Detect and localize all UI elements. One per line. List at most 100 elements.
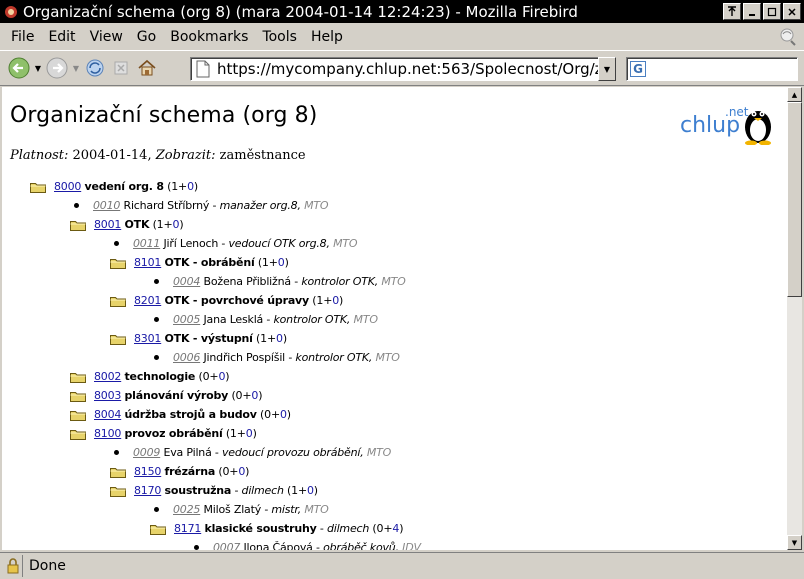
- reload-button[interactable]: [82, 55, 108, 81]
- org-unit-row: 8301 OTK - výstupní (1+0): [110, 329, 287, 348]
- validity-line: Platnost: 2004-01-14, Zobrazit: zaměstna…: [10, 148, 306, 163]
- person-location: MTO: [333, 237, 358, 250]
- window-title: Organizační schema (org 8) (mara 2004-01…: [23, 2, 578, 21]
- lock-icon[interactable]: [3, 555, 23, 577]
- page-icon: [195, 60, 213, 78]
- pin-icon[interactable]: [723, 3, 741, 20]
- unit-count: (1+0): [149, 218, 184, 231]
- maximize-icon[interactable]: [763, 3, 781, 20]
- unit-count: (1+0): [252, 332, 287, 345]
- menu-file[interactable]: File: [4, 27, 41, 47]
- validity-label: Platnost:: [10, 148, 69, 163]
- menu-go[interactable]: Go: [130, 27, 163, 47]
- google-search-icon[interactable]: G: [630, 61, 646, 77]
- unit-code-link[interactable]: 8150: [134, 465, 161, 478]
- unit-code-link[interactable]: 8201: [134, 294, 161, 307]
- url-text[interactable]: https://mycompany.chlup.net:563/Spolecno…: [217, 60, 611, 78]
- person-code-link[interactable]: 0007: [213, 541, 240, 550]
- show-value: zaměstnance: [219, 148, 306, 163]
- person-code-link[interactable]: 0010: [93, 199, 120, 212]
- back-button[interactable]: [6, 55, 32, 81]
- url-history-dropdown[interactable]: ▼: [598, 57, 616, 81]
- menu-tools[interactable]: Tools: [255, 27, 304, 47]
- scroll-up-button[interactable]: ▲: [787, 87, 802, 102]
- org-unit-row: 8150 frézárna (0+0): [110, 462, 249, 481]
- person-row: 0010 Richard Stříbrný - manažer org.8, M…: [74, 196, 329, 215]
- person-location: MTO: [304, 199, 329, 212]
- person-location: MTO: [353, 313, 378, 326]
- menu-edit[interactable]: Edit: [41, 27, 82, 47]
- unit-name: OTK: [124, 218, 150, 231]
- folder-icon: [110, 333, 126, 345]
- unit-code-link[interactable]: 8004: [94, 408, 121, 421]
- unit-code-link[interactable]: 8100: [94, 427, 121, 440]
- person-code-link[interactable]: 0025: [173, 503, 200, 516]
- person-code-link[interactable]: 0004: [173, 275, 200, 288]
- home-icon: [138, 59, 156, 76]
- person-code-link[interactable]: 0011: [133, 237, 160, 250]
- person-role: obráběč kovů,: [323, 541, 399, 550]
- forward-arrow-icon: [46, 57, 68, 79]
- forward-history-dropdown[interactable]: ▼: [70, 55, 82, 81]
- person-name: Jana Lesklá: [203, 313, 264, 326]
- window-titlebar[interactable]: Organizační schema (org 8) (mara 2004-01…: [0, 0, 804, 23]
- org-unit-row: 8100 provoz obrábění (1+0): [70, 424, 257, 443]
- show-label: Zobrazit:: [155, 148, 216, 163]
- unit-code-link[interactable]: 8000: [54, 180, 81, 193]
- person-row: 0009 Eva Pilná - vedoucí provozu obráběn…: [114, 443, 391, 462]
- person-row: 0007 Ilona Čápová - obráběč kovů, JDV: [194, 538, 421, 550]
- search-box[interactable]: G: [626, 57, 798, 81]
- menu-help[interactable]: Help: [304, 27, 350, 47]
- page-content[interactable]: Organizační schema (org 8) .net chlup Pl…: [2, 87, 787, 550]
- logo-name-text: chlup: [680, 113, 741, 138]
- unit-code-link[interactable]: 8171: [174, 522, 201, 535]
- menu-view[interactable]: View: [83, 27, 130, 47]
- folder-icon: [70, 428, 86, 440]
- person-role: mistr,: [271, 503, 302, 516]
- person-row: 0004 Božena Přibližná - kontrolor OTK, M…: [154, 272, 406, 291]
- stop-button[interactable]: [108, 55, 134, 81]
- menu-bookmarks[interactable]: Bookmarks: [163, 27, 255, 47]
- person-code-link[interactable]: 0005: [173, 313, 200, 326]
- folder-icon: [110, 257, 126, 269]
- status-text: Done: [29, 558, 66, 574]
- chlup-logo[interactable]: .net chlup: [680, 103, 776, 145]
- unit-name: OTK - obrábění: [164, 256, 255, 269]
- bullet-icon: [154, 279, 159, 284]
- unit-code-link[interactable]: 8170: [134, 484, 161, 497]
- folder-icon: [110, 485, 126, 497]
- person-code-link[interactable]: 0006: [173, 351, 200, 364]
- unit-name: OTK - povrchové úpravy: [164, 294, 310, 307]
- app-icon[interactable]: [3, 4, 19, 20]
- page-title: Organizační schema (org 8): [10, 103, 318, 128]
- status-bar: Done: [0, 552, 804, 579]
- org-unit-row: 8201 OTK - povrchové úpravy (1+0): [110, 291, 343, 310]
- unit-code-link[interactable]: 8003: [94, 389, 121, 402]
- unit-code-link[interactable]: 8101: [134, 256, 161, 269]
- forward-button[interactable]: [44, 55, 70, 81]
- person-row: 0006 Jindřich Pospíšil - kontrolor OTK, …: [154, 348, 400, 367]
- folder-icon: [70, 409, 86, 421]
- vertical-scrollbar[interactable]: ▲ ▼: [787, 87, 802, 550]
- person-role: kontrolor OTK,: [295, 351, 373, 364]
- person-location: MTO: [381, 275, 406, 288]
- scrollbar-thumb[interactable]: [787, 102, 802, 297]
- url-bar[interactable]: https://mycompany.chlup.net:563/Spolecno…: [190, 57, 614, 81]
- close-icon[interactable]: [783, 3, 801, 20]
- unit-count: (1+0): [222, 427, 257, 440]
- home-button[interactable]: [134, 55, 160, 81]
- person-code-link[interactable]: 0009: [133, 446, 160, 459]
- folder-icon: [30, 181, 46, 193]
- unit-code-link[interactable]: 8002: [94, 370, 121, 383]
- unit-code-link[interactable]: 8301: [134, 332, 161, 345]
- back-history-dropdown[interactable]: ▼: [32, 55, 44, 81]
- org-unit-row: 8003 plánování výroby (0+0): [70, 386, 262, 405]
- person-name: Ilona Čápová: [243, 541, 313, 550]
- unit-count: (0+0): [228, 389, 263, 402]
- minimize-icon[interactable]: [743, 3, 761, 20]
- reload-icon: [86, 59, 104, 77]
- folder-icon: [70, 371, 86, 383]
- unit-code-link[interactable]: 8001: [94, 218, 121, 231]
- scroll-down-button[interactable]: ▼: [787, 535, 802, 550]
- person-role: manažer org.8,: [219, 199, 301, 212]
